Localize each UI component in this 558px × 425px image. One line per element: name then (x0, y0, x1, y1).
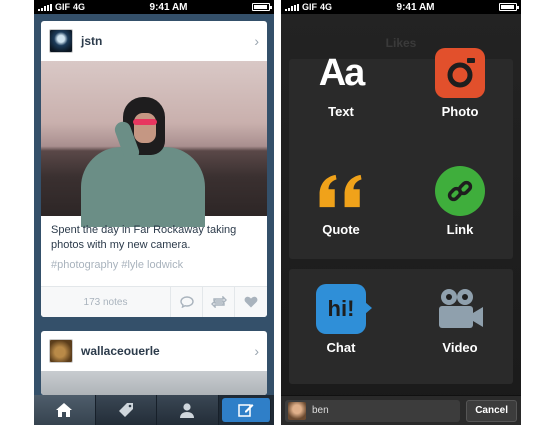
text-icon: Aa (318, 51, 366, 94)
carrier-label: GIF (302, 2, 317, 12)
network-label: 4G (73, 2, 86, 12)
account-icon (180, 403, 195, 418)
post-photo[interactable] (41, 371, 267, 395)
signal-icon (38, 3, 52, 11)
avatar (288, 401, 306, 420)
signal-icon (285, 3, 299, 11)
chat-icon: hi! (316, 284, 372, 334)
post-photo[interactable] (41, 61, 267, 227)
status-time: 9:41 AM (149, 1, 188, 13)
post-caption: Spent the day in Far Rockaway taking pho… (51, 224, 237, 251)
post-username[interactable]: wallaceouerle (81, 344, 246, 358)
notes-count[interactable]: 173 notes (41, 287, 171, 317)
post-type-label: Quote (322, 222, 360, 237)
tab-account[interactable] (157, 395, 219, 425)
blog-name: ben (312, 405, 329, 416)
blog-selector[interactable]: ben (285, 399, 461, 422)
post-type-text[interactable]: Aa Text (296, 48, 386, 120)
post-username[interactable]: jstn (81, 34, 246, 48)
tab-tags[interactable] (95, 395, 158, 425)
tag-icon (118, 403, 133, 417)
quote-icon (316, 166, 366, 216)
post-header[interactable]: wallaceouerle › (41, 331, 267, 371)
dashboard-screen: GIF 4G 9:41 AM jstn › Spent the day in F… (34, 0, 274, 425)
status-bar: GIF 4G 9:41 AM (281, 0, 521, 14)
reply-icon[interactable] (171, 287, 203, 317)
blog-bar: ben Cancel (281, 395, 521, 425)
status-time: 9:41 AM (396, 1, 435, 13)
post-card: jstn › Spent the day in Far Rockaway tak… (41, 21, 267, 317)
post-type-label: Text (328, 104, 354, 119)
link-icon (435, 166, 485, 216)
compose-button[interactable] (221, 398, 272, 422)
tab-bar (34, 395, 274, 425)
video-camera-icon (435, 284, 485, 334)
avatar[interactable] (49, 339, 73, 363)
avatar[interactable] (49, 29, 73, 53)
chevron-right-icon[interactable]: › (254, 33, 259, 49)
post-type-label: Link (446, 222, 474, 237)
post-type-video[interactable]: Video (415, 284, 505, 355)
post-header[interactable]: jstn › (41, 21, 267, 61)
post-type-chat[interactable]: hi! Chat (296, 284, 386, 355)
camera-icon (435, 48, 485, 98)
post-card: wallaceouerle › (41, 331, 267, 395)
post-type-link[interactable]: Link (415, 166, 505, 237)
network-label: 4G (320, 2, 333, 12)
chevron-right-icon[interactable]: › (254, 343, 259, 359)
post-type-photo[interactable]: Photo (415, 48, 505, 119)
post-type-chooser-screen: GIF 4G 9:41 AM Likes Aa Text Photo Quote (281, 0, 521, 425)
home-icon (56, 403, 73, 417)
status-bar: GIF 4G 9:41 AM (34, 0, 274, 14)
post-actions: 173 notes (41, 286, 267, 317)
post-type-label: Chat (326, 340, 356, 355)
compose-icon (238, 404, 254, 417)
cancel-button[interactable]: Cancel (466, 399, 517, 422)
battery-icon (252, 3, 272, 11)
post-type-label: Photo (441, 104, 479, 119)
battery-icon (499, 3, 519, 11)
tab-home[interactable] (34, 395, 96, 425)
heart-icon[interactable] (235, 287, 267, 317)
post-type-quote[interactable]: Quote (296, 166, 386, 237)
post-tags[interactable]: #photography #lyle lodwick (51, 259, 257, 271)
post-type-label: Video (442, 340, 478, 355)
carrier-label: GIF (55, 2, 70, 12)
reblog-icon[interactable] (203, 287, 235, 317)
